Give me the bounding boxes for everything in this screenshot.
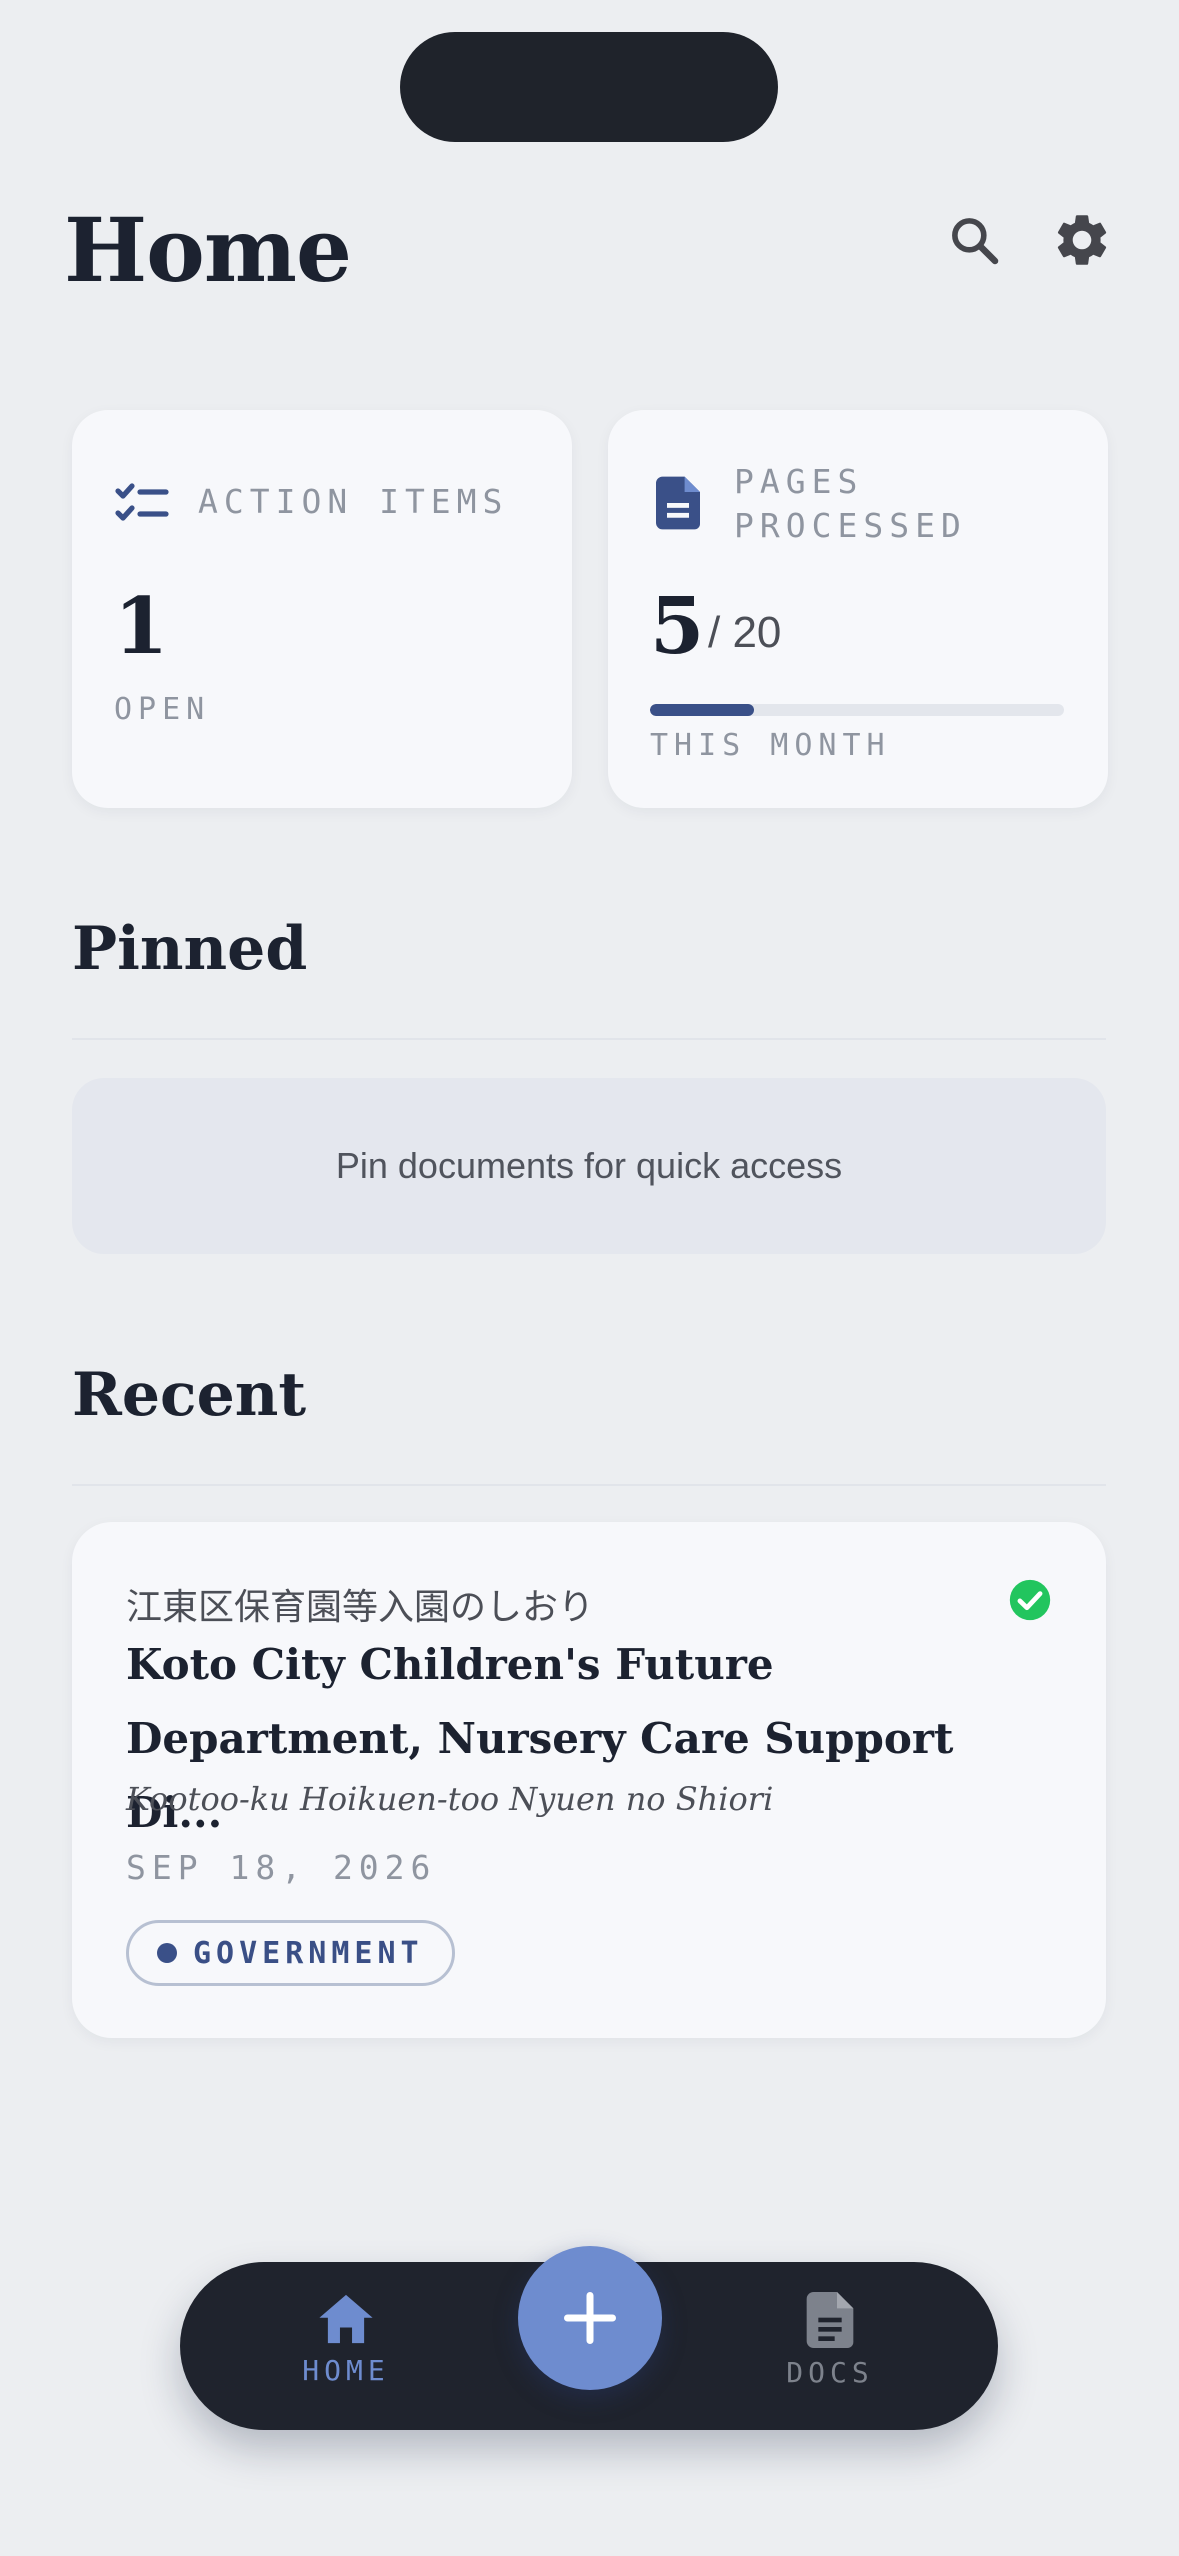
page-title: Home	[64, 198, 352, 302]
document-date: SEP 18, 2026	[126, 1848, 437, 1887]
action-items-label: ACTION ITEMS	[198, 482, 509, 521]
plus-icon	[564, 2292, 616, 2344]
nav-docs[interactable]: DOCS	[750, 2292, 910, 2389]
pages-progress-fill	[650, 704, 754, 716]
tag-label: GOVERNMENT	[193, 1935, 424, 1971]
document-category-tag[interactable]: GOVERNMENT	[126, 1920, 455, 1986]
pinned-section-title: Pinned	[72, 914, 308, 984]
add-document-button[interactable]	[518, 2246, 662, 2390]
search-icon	[952, 218, 999, 265]
action-items-card[interactable]: ACTION ITEMS 1 OPEN	[72, 410, 572, 808]
tag-dot	[157, 1943, 177, 1963]
document-icon	[806, 2292, 854, 2348]
recent-document-card[interactable]: 江東区保育園等入園のしおり Koto City Children's Futur…	[72, 1522, 1106, 2038]
document-icon	[656, 476, 700, 530]
pinned-empty-state: Pin documents for quick access	[72, 1078, 1106, 1254]
pages-progress-bar	[650, 704, 1064, 716]
action-items-sub: OPEN	[114, 692, 211, 727]
dynamic-island	[400, 32, 778, 142]
pages-processed-count: 5	[650, 581, 705, 672]
checklist-icon	[115, 483, 169, 521]
pages-processed-card[interactable]: PAGES PROCESSED 5 / 20 THIS MONTH	[608, 410, 1108, 808]
pages-processed-label: PAGES PROCESSED	[734, 462, 967, 545]
nav-home[interactable]: HOME	[266, 2292, 426, 2387]
settings-button[interactable]	[1050, 208, 1114, 272]
home-icon	[319, 2294, 373, 2344]
document-romanized-title: Kootoo-ku Hoikuen-too Nyuen no Shiori	[126, 1780, 774, 1818]
action-items-count: 1	[114, 581, 169, 672]
pages-processed-sub: THIS MONTH	[650, 728, 891, 763]
nav-home-label: HOME	[302, 2354, 390, 2387]
pages-processed-limit: / 20	[708, 608, 782, 657]
recent-section-title: Recent	[72, 1360, 307, 1430]
pinned-divider	[72, 1038, 1106, 1040]
gear-icon	[1057, 215, 1107, 265]
nav-docs-label: DOCS	[786, 2356, 874, 2389]
check-circle-icon	[1009, 1579, 1051, 1621]
recent-divider	[72, 1484, 1106, 1486]
search-button[interactable]	[942, 208, 1006, 272]
document-original-title: 江東区保育園等入園のしおり	[126, 1587, 595, 1628]
